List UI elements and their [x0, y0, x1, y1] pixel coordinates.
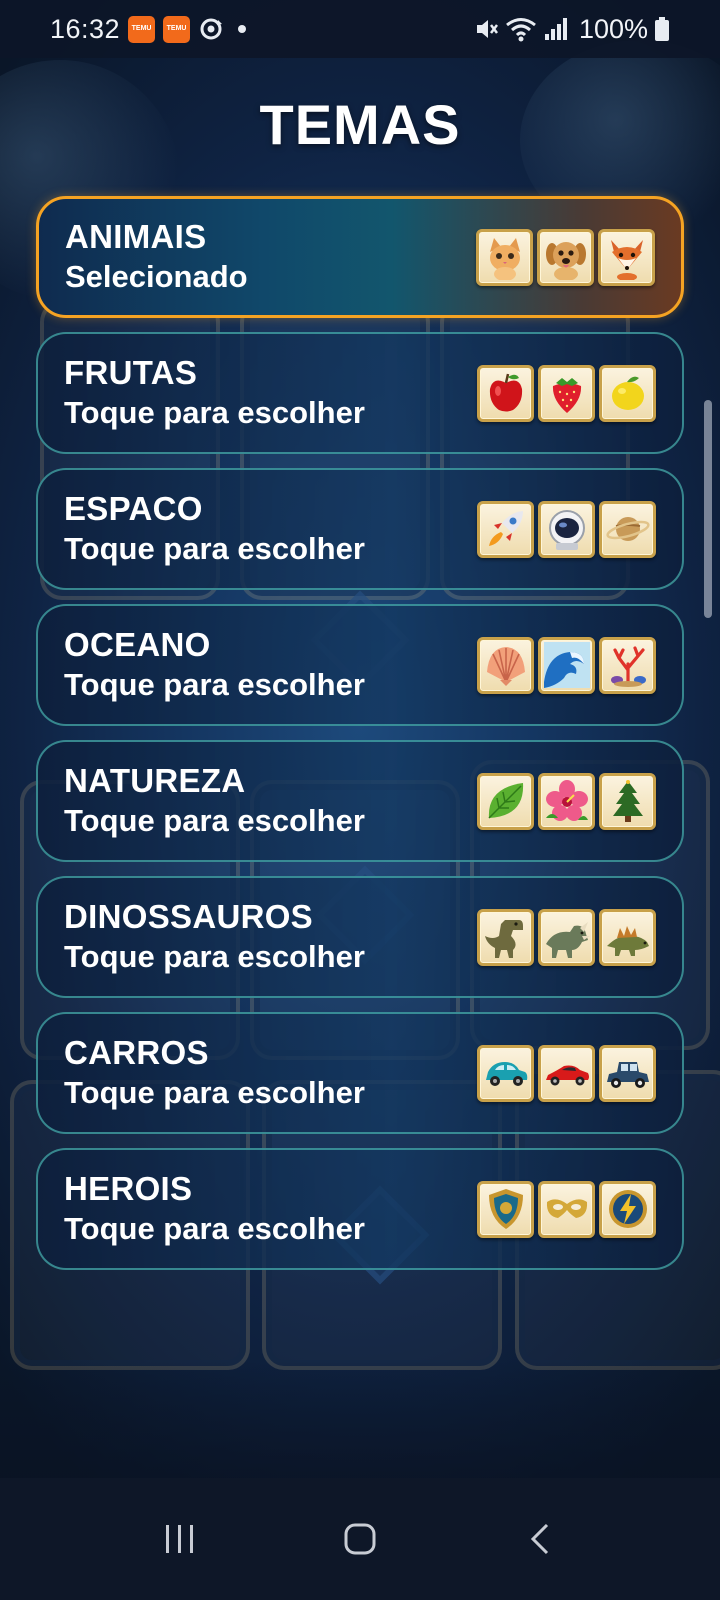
home-button[interactable]: [330, 1509, 390, 1569]
vintage-car-icon: [599, 1044, 656, 1102]
theme-status: Toque para escolher: [64, 939, 365, 974]
temu-app-icon: TEMU: [128, 15, 156, 43]
strawberry-icon: [538, 364, 595, 422]
theme-name: FRUTAS: [64, 354, 198, 391]
sports-car-icon: [538, 1044, 595, 1102]
triceratops-icon: [538, 908, 595, 966]
theme-preview-tiles: [477, 1044, 656, 1102]
scrollbar[interactable]: [704, 400, 712, 618]
kitten-icon: [476, 228, 533, 286]
navigation-bar: [0, 1478, 720, 1600]
planet-icon: [599, 500, 656, 558]
stegosaurus-icon: [599, 908, 656, 966]
pine-tree-icon: [599, 772, 656, 830]
mask-icon: [538, 1180, 595, 1238]
theme-card-animais[interactable]: ANIMAIS Selecionado: [36, 196, 684, 318]
puppy-icon: [537, 228, 594, 286]
lightning-emblem-icon: [599, 1180, 656, 1238]
temu-badge-label: TEMU: [131, 25, 152, 32]
theme-text: NATUREZA Toque para escolher: [64, 761, 477, 841]
theme-name: ANIMAIS: [65, 218, 207, 255]
recents-button[interactable]: [150, 1509, 210, 1569]
fox-icon: [598, 228, 655, 286]
home-icon: [344, 1523, 376, 1555]
sync-icon: [200, 18, 223, 40]
coral-icon: [599, 636, 656, 694]
theme-text: CARROS Toque para escolher: [64, 1033, 477, 1113]
theme-name: OCEANO: [64, 626, 211, 663]
back-icon: [530, 1523, 549, 1555]
theme-name: NATUREZA: [64, 762, 246, 799]
astronaut-helmet-icon: [538, 500, 595, 558]
theme-text: OCEANO Toque para escolher: [64, 625, 477, 705]
theme-status: Toque para escolher: [64, 803, 365, 838]
theme-status: Toque para escolher: [64, 667, 365, 702]
theme-list: ANIMAIS Selecionado FRUTAS Toque para es…: [36, 196, 684, 1284]
battery-icon: [655, 17, 669, 41]
theme-text: FRUTAS Toque para escolher: [64, 353, 477, 433]
theme-card-dinossauros[interactable]: DINOSSAUROS Toque para escolher: [36, 876, 684, 998]
theme-preview-tiles: [477, 364, 656, 422]
theme-name: DINOSSAUROS: [64, 898, 313, 935]
status-bar: 16:32 TEMU TEMU 100%: [0, 0, 720, 58]
seashell-icon: [477, 636, 534, 694]
theme-status: Toque para escolher: [64, 531, 365, 566]
temu-badge-label: TEMU: [166, 25, 187, 32]
back-button[interactable]: [510, 1509, 570, 1569]
theme-text: HEROIS Toque para escolher: [64, 1169, 477, 1249]
theme-status: Toque para escolher: [64, 1075, 365, 1110]
theme-name: CARROS: [64, 1034, 209, 1071]
wave-icon: [538, 636, 595, 694]
battery-percent: 100%: [578, 13, 648, 44]
theme-preview-tiles: [477, 1180, 656, 1238]
shield-icon: [477, 1180, 534, 1238]
t-rex-icon: [477, 908, 534, 966]
rocket-icon: [477, 500, 534, 558]
theme-preview-tiles: [477, 636, 656, 694]
theme-preview-tiles: [476, 228, 655, 286]
theme-card-espaco[interactable]: ESPACO Toque para escolher: [36, 468, 684, 590]
theme-preview-tiles: [477, 772, 656, 830]
lemon-icon: [599, 364, 656, 422]
theme-card-carros[interactable]: CARROS Toque para escolher: [36, 1012, 684, 1134]
theme-text: ANIMAIS Selecionado: [65, 217, 476, 297]
notification-dot-icon: [238, 25, 247, 33]
temu-app-icon: TEMU: [163, 15, 191, 43]
theme-card-frutas[interactable]: FRUTAS Toque para escolher: [36, 332, 684, 454]
theme-card-natureza[interactable]: NATUREZA Toque para escolher: [36, 740, 684, 862]
theme-preview-tiles: [477, 500, 656, 558]
theme-status: Toque para escolher: [64, 1211, 365, 1246]
theme-card-herois[interactable]: HEROIS Toque para escolher: [36, 1148, 684, 1270]
theme-name: HEROIS: [64, 1170, 193, 1207]
theme-status: Selecionado: [65, 259, 248, 294]
theme-card-oceano[interactable]: OCEANO Toque para escolher: [36, 604, 684, 726]
recents-icon: [166, 1525, 193, 1553]
signal-icon: [544, 18, 567, 40]
page-title: TEMAS: [259, 93, 461, 156]
leaf-icon: [477, 772, 534, 830]
apple-icon: [477, 364, 534, 422]
theme-text: DINOSSAUROS Toque para escolher: [64, 897, 477, 977]
theme-text: ESPACO Toque para escolher: [64, 489, 477, 569]
theme-status: Toque para escolher: [64, 395, 365, 430]
mute-icon: [476, 20, 498, 38]
theme-name: ESPACO: [64, 490, 203, 527]
flower-icon: [538, 772, 595, 830]
theme-preview-tiles: [477, 908, 656, 966]
status-time: 16:32: [50, 13, 121, 44]
small-car-icon: [477, 1044, 534, 1102]
wifi-icon: [506, 18, 536, 42]
